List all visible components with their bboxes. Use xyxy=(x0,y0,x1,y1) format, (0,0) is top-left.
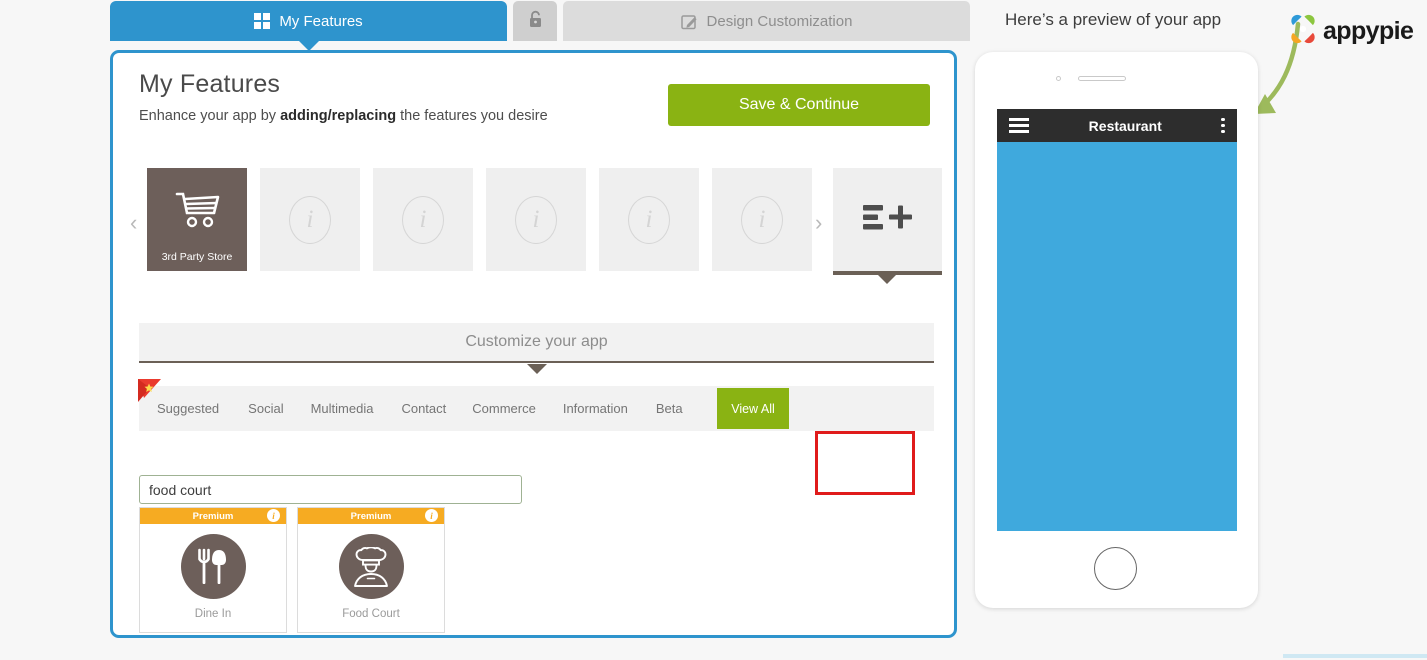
feature-tile-empty-4[interactable]: i xyxy=(599,168,699,271)
feature-result-list: Premium i Dine In Premium i Food Court xyxy=(139,507,445,633)
phone-screen: Restaurant xyxy=(997,109,1237,531)
top-tab-bar: My Features Design Customization xyxy=(110,0,970,51)
pencil-edit-icon xyxy=(680,13,698,30)
appypie-wordmark: appypie xyxy=(1323,17,1414,45)
feature-card-dine-in[interactable]: Premium i Dine In xyxy=(139,507,287,633)
feature-tile-empty-3[interactable]: i xyxy=(486,168,586,271)
feature-card-body: Dine In xyxy=(140,524,286,620)
info-icon: i xyxy=(628,195,670,244)
feature-card-body: Food Court xyxy=(298,524,444,620)
tab-my-features[interactable]: My Features xyxy=(110,1,507,41)
category-tab-information[interactable]: Information xyxy=(563,401,628,416)
category-tab-beta[interactable]: Beta xyxy=(656,401,683,416)
info-icon: i xyxy=(289,195,331,244)
premium-badge-label: Premium xyxy=(192,510,234,522)
category-tab-social[interactable]: Social xyxy=(248,401,283,416)
strip-next-arrow-icon[interactable]: › xyxy=(815,212,822,234)
info-icon: i xyxy=(741,195,783,244)
feature-tiles: 3rd Party Store i i i i i xyxy=(147,168,812,271)
info-icon: i xyxy=(402,195,444,244)
tab-my-features-label: My Features xyxy=(279,12,363,30)
page-title: My Features xyxy=(139,70,281,98)
customize-your-app-label: Customize your app xyxy=(465,333,608,350)
feature-tile-label: 3rd Party Store xyxy=(161,251,233,263)
appypie-logo: appypie xyxy=(1288,14,1414,49)
customize-your-app-bar[interactable]: Customize your app xyxy=(139,323,934,363)
subtitle-emphasis: adding/replacing xyxy=(280,108,397,124)
save-continue-button[interactable]: Save & Continue xyxy=(668,84,930,126)
strip-prev-arrow-icon[interactable]: ‹ xyxy=(130,212,137,234)
premium-badge: Premium i xyxy=(140,508,286,524)
add-feature-tile[interactable] xyxy=(833,168,942,271)
info-icon[interactable]: i xyxy=(267,509,280,522)
page-subtitle: Enhance your app by adding/replacing the… xyxy=(139,108,548,124)
feature-tile-3rd-party-store[interactable]: 3rd Party Store xyxy=(147,168,247,271)
premium-badge-label: Premium xyxy=(350,510,392,522)
app-top-bar: Restaurant xyxy=(997,109,1237,142)
appypie-mark-icon xyxy=(1288,14,1318,49)
feature-card-food-court[interactable]: Premium i Food Court xyxy=(297,507,445,633)
three-dots-vertical-icon[interactable] xyxy=(1221,115,1225,136)
feature-tile-empty-5[interactable]: i xyxy=(712,168,812,271)
category-tab-row: Suggested Social Multimedia Contact Comm… xyxy=(138,379,934,431)
hamburger-menu-icon[interactable] xyxy=(1009,115,1029,136)
tab-design-customization[interactable]: Design Customization xyxy=(563,1,970,41)
grid-icon xyxy=(254,13,271,29)
panel-header: My Features Enhance your app by adding/r… xyxy=(139,70,548,124)
add-list-icon xyxy=(862,201,914,239)
shopping-cart-icon xyxy=(174,191,221,234)
feature-tile-empty-1[interactable]: i xyxy=(260,168,360,271)
customize-caret xyxy=(527,364,547,374)
add-feature-tile-caret xyxy=(878,275,896,284)
chef-icon xyxy=(338,534,404,599)
feature-card-label: Dine In xyxy=(194,608,232,620)
bottom-accent-strip xyxy=(1283,654,1427,658)
app-title: Restaurant xyxy=(1088,117,1162,134)
feature-search-input[interactable] xyxy=(139,475,522,504)
category-tab-multimedia[interactable]: Multimedia xyxy=(311,401,374,416)
subtitle-suffix: the features you desire xyxy=(396,108,548,124)
view-all-highlight-box xyxy=(815,431,915,495)
tab-lock[interactable] xyxy=(513,1,557,41)
fork-knife-icon xyxy=(180,534,246,599)
preview-heading: Here’s a preview of your app xyxy=(1005,10,1222,29)
lock-icon xyxy=(528,10,543,33)
premium-badge: Premium i xyxy=(298,508,444,524)
view-all-button[interactable]: View All xyxy=(717,388,789,429)
feature-tile-strip: ‹ › 3rd Party Store i i i i i xyxy=(121,168,952,284)
page-root: My Features Design Customization My Feat… xyxy=(0,0,1427,660)
phone-home-button[interactable] xyxy=(1094,547,1137,590)
subtitle-prefix: Enhance your app by xyxy=(139,108,281,124)
category-tab-contact[interactable]: Contact xyxy=(401,401,446,416)
info-icon: i xyxy=(515,195,557,244)
info-icon[interactable]: i xyxy=(425,509,438,522)
feature-tile-empty-2[interactable]: i xyxy=(373,168,473,271)
my-features-panel: My Features Enhance your app by adding/r… xyxy=(110,50,957,638)
new-ribbon-icon xyxy=(137,378,167,408)
category-tab-commerce[interactable]: Commerce xyxy=(472,401,536,416)
phone-speaker-icon xyxy=(1078,76,1126,81)
phone-camera-icon xyxy=(1056,76,1061,81)
feature-card-label: Food Court xyxy=(342,608,400,620)
tab-design-customization-label: Design Customization xyxy=(706,12,853,30)
phone-preview: Restaurant xyxy=(975,52,1258,608)
